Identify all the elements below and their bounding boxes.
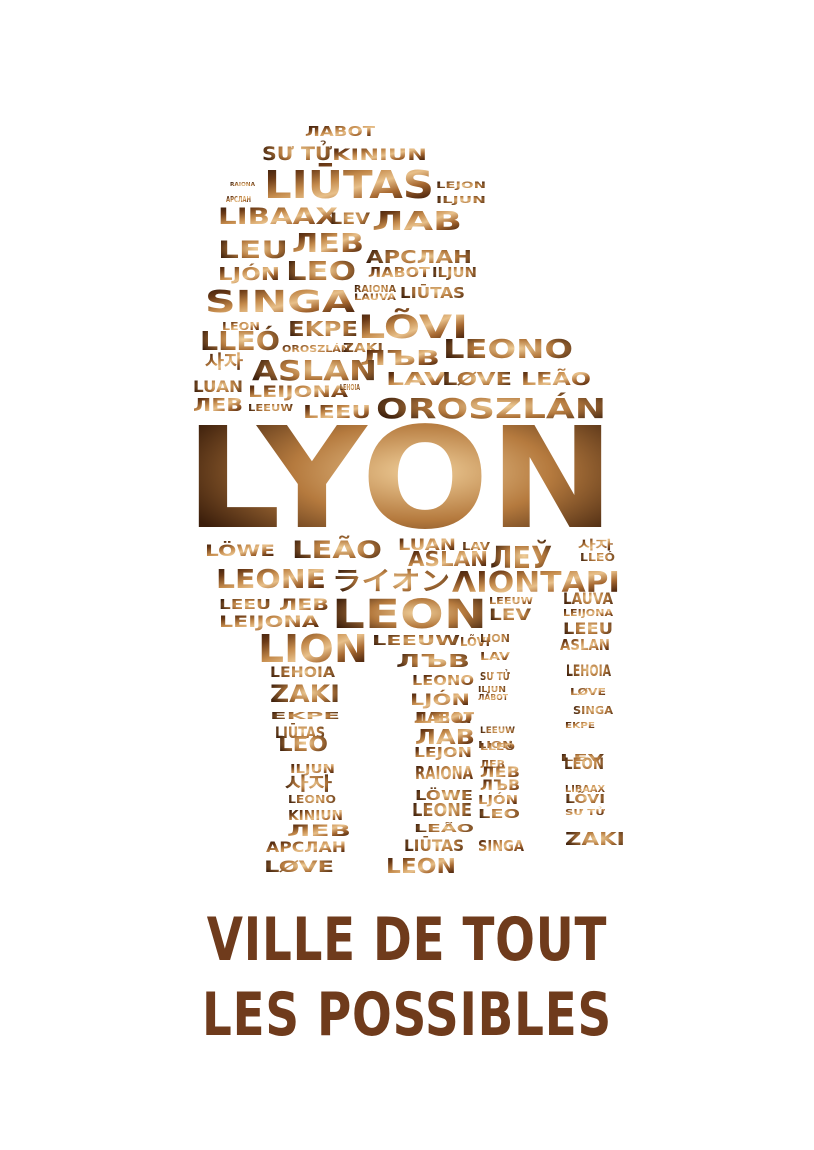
lion-word: LEJON: [436, 181, 486, 191]
lion-word: KINIUN: [332, 145, 427, 164]
lion-word: LEO: [278, 732, 328, 756]
lion-word: LØVE: [264, 857, 334, 876]
tagline-line-2: LES POSSIBLES: [202, 980, 612, 1050]
poster: ЛАВОТ SƯ TỬ KINIUN RAIONA LIŪTAS LEJON АРСЛАН I…: [0, 0, 814, 1150]
lion-word-silhouette: ЛАВОТSƯ TỬ KINIUNRAIONA LIŪTAS LEJONАРСЛАН I…: [185, 125, 625, 878]
lion-word: ЛАВ: [372, 207, 462, 237]
tagline-line-1: VILLE DE TOUT: [206, 905, 608, 975]
lion-word: LEHOIA: [566, 661, 611, 680]
lion-word: ЛАВОТ: [305, 125, 375, 140]
lion-word: LEEUW: [480, 726, 515, 736]
lion-word: 사자: [285, 774, 333, 795]
lion-word: SINGA: [573, 704, 613, 717]
lion-word: 사자: [205, 352, 243, 373]
lion-word: RAIONA: [415, 763, 473, 784]
lion-word: LIŪTAS: [404, 835, 464, 855]
lion-word: SINGA: [205, 285, 356, 320]
lion-word: LEV: [330, 209, 371, 228]
lion-word: SƯ TỬ: [565, 805, 605, 817]
lion-word: SƯ TỬ: [262, 140, 332, 165]
lion-word: LEO: [286, 257, 356, 287]
lion-word: LEONO: [412, 674, 474, 689]
lion-word: EKPE: [288, 317, 358, 341]
lion-word: ASLAN: [560, 636, 610, 654]
lion-word: EKPE: [270, 711, 340, 722]
lion-word: LEÃO: [414, 822, 474, 835]
lion-word: LEON: [564, 754, 604, 773]
lion-word: SƯ TỬ: [480, 669, 511, 683]
lion-word: LEON: [386, 854, 456, 878]
lion-word: LEU: [218, 236, 288, 264]
lion-word: LEEU: [219, 598, 271, 613]
lion-main-word: LYON: [185, 398, 615, 561]
lion-word: АРСЛАН: [266, 840, 346, 856]
lion-word: LJÓN: [478, 792, 518, 807]
lion-word: ЛЕВ: [287, 821, 351, 840]
lion-word: EKPE: [565, 721, 595, 730]
lion-word: LIŪTAS: [400, 282, 465, 302]
lion-word: ЛЪВ: [480, 778, 520, 794]
lion-word: LION: [480, 632, 510, 645]
lion-word: LEO: [478, 807, 520, 821]
lion-word: LEJON: [414, 746, 472, 761]
lion-word: ILJUN: [432, 266, 477, 281]
lion-word: LAUVA: [354, 293, 396, 303]
lion-word: LAV: [480, 650, 511, 663]
lion-word: LEONE: [412, 800, 472, 821]
lion-word: ZAKI: [270, 680, 340, 708]
lion-word: ЛАВОТ: [368, 266, 430, 281]
lion-word: LAV: [386, 369, 446, 390]
lion-word: LEHOIA: [340, 383, 360, 392]
lion-word: АРСЛАН: [226, 195, 251, 204]
lion-word: LEONE: [216, 565, 326, 595]
lion-word: LEHOIA: [270, 665, 335, 681]
lion-word: LUAN: [193, 377, 243, 396]
lion-word: LJÓN: [218, 263, 280, 285]
lion-word: LEONO: [288, 793, 336, 806]
lion-word: LEIJONA: [563, 608, 613, 619]
lion-word: LLEÓ: [480, 740, 515, 753]
lion-word: LEEUW: [372, 634, 460, 649]
lion-word: ZAKI: [565, 829, 625, 850]
lion-word: ЛЕВ: [292, 229, 364, 259]
lion-word: ЛЪВ: [396, 651, 470, 672]
lion-word: LEONO: [443, 335, 573, 365]
lion-word: LIBAAX: [218, 205, 338, 230]
lion-word: LJÓN: [410, 690, 470, 709]
lion-word: ILJUN: [436, 195, 486, 206]
lion-word: ЛАВОТ: [478, 693, 509, 702]
lion-word: LÕVI: [565, 791, 605, 806]
lion-word: SINGA: [478, 837, 524, 855]
lion-word: LAUVA: [563, 589, 614, 608]
lion-word: LEV: [489, 605, 532, 624]
lion-word: RAIONA: [230, 182, 255, 188]
lion-word: LEÃO: [521, 367, 591, 390]
lion-word: LØVE: [570, 686, 606, 698]
lion-word: LIŪTAS: [264, 163, 434, 207]
lion-word: LØVE: [442, 369, 512, 390]
lion-word: АРСЛАН: [366, 247, 472, 268]
